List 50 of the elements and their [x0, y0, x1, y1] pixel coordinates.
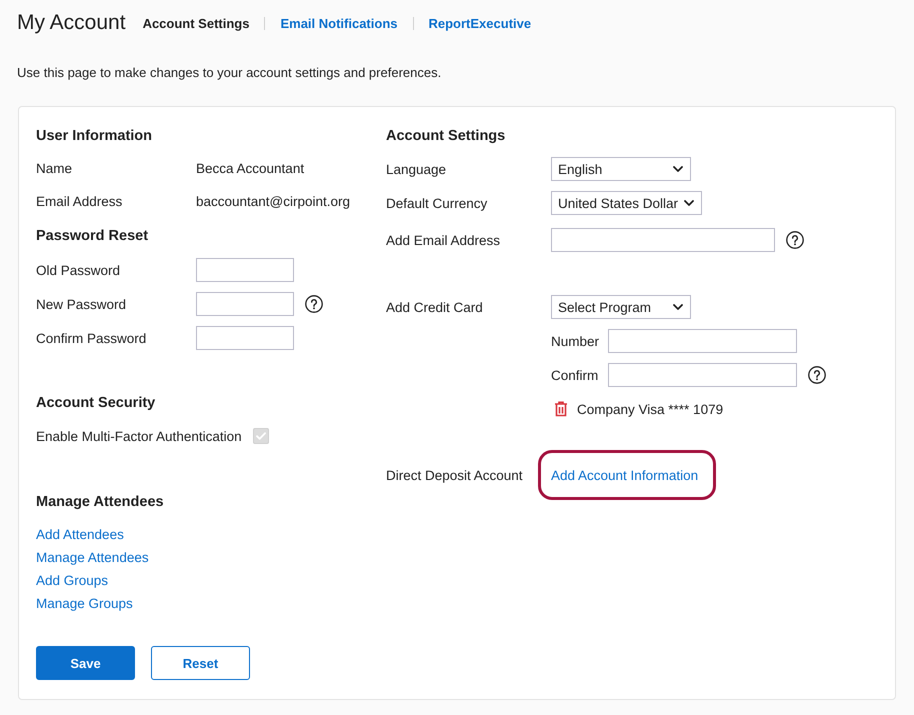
tab[interactable]: Email Notifications [280, 16, 398, 30]
field-label: Add Credit Card [386, 300, 484, 314]
field-label: Add Email Address [386, 232, 502, 248]
trash-icon[interactable] [554, 401, 568, 417]
attendee-link[interactable]: Add Attendees [36, 523, 124, 546]
section-heading: User Information [36, 127, 152, 146]
password-field[interactable] [196, 326, 294, 350]
section-heading: Manage Attendees [36, 493, 164, 512]
help-icon[interactable] [786, 231, 804, 249]
saved-card-text: Company Visa **** 1079 [577, 402, 724, 416]
field-label: Confirm Password [36, 330, 148, 346]
help-icon[interactable] [305, 295, 323, 313]
caret-icon [673, 166, 683, 172]
email-field[interactable] [551, 228, 775, 252]
card-confirm-field[interactable] [608, 363, 797, 387]
save-button[interactable]: Save [36, 646, 135, 680]
field-label: Old Password [36, 262, 122, 278]
checkmark-icon [256, 432, 266, 440]
attendee-link[interactable]: Add Groups [36, 569, 108, 592]
password-field[interactable] [196, 258, 294, 282]
language-select[interactable]: English [551, 157, 691, 181]
attendee-link[interactable]: Manage Groups [36, 592, 133, 615]
caret-icon [673, 304, 683, 310]
reset-button[interactable]: Reset [151, 646, 250, 680]
field-label: Confirm [551, 368, 600, 382]
program-select[interactable]: Select Program [551, 295, 691, 319]
tab[interactable]: Account Settings [142, 16, 250, 30]
field-label: New Password [36, 296, 128, 312]
field-label: Email Address [36, 194, 124, 209]
field-label: Number [551, 334, 600, 348]
tab[interactable]: ReportExecutive [428, 16, 532, 30]
field-label: Default Currency [386, 196, 488, 210]
field-label: Direct Deposit Account [386, 468, 524, 482]
card-number-field[interactable] [608, 329, 797, 353]
add-account-link[interactable]: Add Account Information [551, 464, 698, 486]
field-value: Becca Accountant [196, 161, 304, 176]
field-label: Name [36, 161, 74, 176]
password-field[interactable] [196, 292, 294, 316]
caret-icon [684, 200, 694, 206]
section-heading: Password Reset [36, 227, 148, 246]
checkbox-label: Enable Multi-Factor Authentication [36, 428, 242, 444]
page-title: My Account [17, 10, 126, 36]
currency-select[interactable]: United States Dollar [551, 191, 702, 215]
attendee-link[interactable]: Manage Attendees [36, 546, 149, 569]
section-heading: Account Security [36, 394, 156, 413]
field-label: Language [386, 162, 448, 176]
help-icon[interactable] [808, 366, 826, 384]
field-value: baccountant@cirpoint.org [196, 194, 350, 209]
section-heading: Account Settings [386, 127, 506, 146]
page-description: Use this page to make changes to your account settings and preferences. [17, 64, 442, 82]
